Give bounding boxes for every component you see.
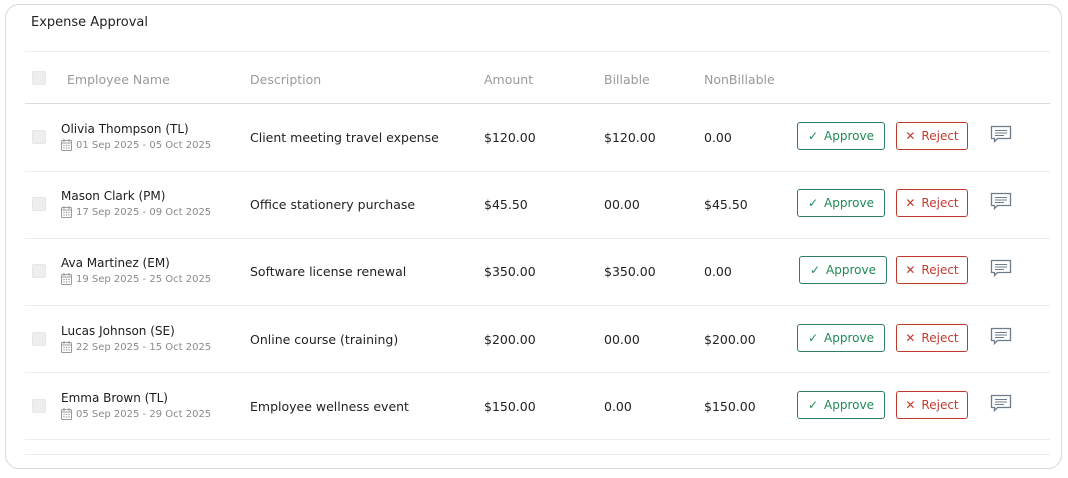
date-range-text: 01 Sep 2025 - 05 Oct 2025 [76,139,212,151]
check-icon: ✓ [807,196,819,210]
approve-button[interactable]: ✓ Approve [799,256,887,284]
employee-name: Olivia Thompson (TL) [61,122,189,136]
comment-icon[interactable] [990,125,1012,145]
table-row: Mason Clark (PM) 17 Sep 2025 - 09 Oct 20… [6,171,1061,238]
column-header-nonbillable: NonBillable [704,72,775,87]
date-range-text: 22 Sep 2025 - 15 Oct 2025 [76,341,212,353]
amount-cell: $150.00 [484,399,536,414]
date-range: 19 Sep 2025 - 25 Oct 2025 [61,273,211,285]
card-title: Expense Approval [31,15,148,30]
column-header-amount: Amount [484,72,534,87]
comment-icon[interactable] [990,259,1012,279]
approve-button[interactable]: ✓ Approve [797,189,885,217]
comment-icon[interactable] [990,192,1012,212]
reject-label: Reject [921,331,959,345]
calendar-icon [61,341,72,353]
approve-button[interactable]: ✓ Approve [797,122,885,150]
date-range: 01 Sep 2025 - 05 Oct 2025 [61,139,211,151]
row-checkbox[interactable] [32,264,46,278]
header-divider-top [25,51,1050,52]
reject-button[interactable]: ✕ Reject [896,189,968,217]
billable-cell: 00.00 [604,197,640,212]
date-range: 22 Sep 2025 - 15 Oct 2025 [61,341,211,353]
nonbillable-cell: 0.00 [704,264,732,279]
x-icon: ✕ [905,196,916,210]
nonbillable-cell: $150.00 [704,399,756,414]
employee-name: Mason Clark (PM) [61,189,166,203]
row-checkbox[interactable] [32,130,46,144]
employee-name: Emma Brown (TL) [61,391,168,405]
approve-label: Approve [824,331,874,345]
amount-cell: $45.50 [484,197,528,212]
approve-button[interactable]: ✓ Approve [797,324,885,352]
table-footer-divider [25,454,1050,455]
column-header-employee: Employee Name [67,72,170,87]
billable-cell: $350.00 [604,264,656,279]
description-cell: Client meeting travel expense [250,130,439,145]
employee-name: Ava Martinez (EM) [61,256,170,270]
check-icon: ✓ [807,331,819,345]
approve-label: Approve [824,129,874,143]
x-icon: ✕ [905,398,916,412]
reject-button[interactable]: ✕ Reject [896,391,968,419]
description-cell: Software license renewal [250,264,407,279]
row-divider [25,439,1050,440]
check-icon: ✓ [809,263,821,277]
comment-icon[interactable] [990,327,1012,347]
nonbillable-cell: $200.00 [704,332,756,347]
billable-cell: $120.00 [604,130,656,145]
date-range-text: 17 Sep 2025 - 09 Oct 2025 [76,206,212,218]
calendar-icon [61,408,72,420]
column-header-description: Description [250,72,322,87]
approve-button[interactable]: ✓ Approve [797,391,885,419]
table-row: Emma Brown (TL) 05 Sep 2025 - 29 Oct 202… [6,373,1061,440]
amount-cell: $120.00 [484,130,536,145]
approve-label: Approve [826,263,876,277]
check-icon: ✓ [807,129,819,143]
approve-label: Approve [824,196,874,210]
expense-approval-card: Expense Approval Employee Name Descripti… [5,4,1062,469]
calendar-icon [61,273,72,285]
description-cell: Online course (training) [250,332,399,347]
nonbillable-cell: 0.00 [704,130,732,145]
row-checkbox[interactable] [32,197,46,211]
reject-label: Reject [921,263,959,277]
billable-cell: 0.00 [604,399,632,414]
billable-cell: 00.00 [604,332,640,347]
date-range-text: 19 Sep 2025 - 25 Oct 2025 [76,273,212,285]
amount-cell: $200.00 [484,332,536,347]
nonbillable-cell: $45.50 [704,197,748,212]
comment-icon[interactable] [990,394,1012,414]
reject-button[interactable]: ✕ Reject [896,122,968,150]
x-icon: ✕ [905,263,916,277]
date-range-text: 05 Sep 2025 - 29 Oct 2025 [76,408,212,420]
row-checkbox[interactable] [32,332,46,346]
reject-label: Reject [921,398,959,412]
column-header-billable: Billable [604,72,650,87]
table-row: Olivia Thompson (TL) 01 Sep 2025 - 05 Oc… [6,104,1061,171]
calendar-icon [61,206,72,218]
x-icon: ✕ [905,129,916,143]
calendar-icon [61,139,72,151]
date-range: 05 Sep 2025 - 29 Oct 2025 [61,408,211,420]
check-icon: ✓ [807,398,819,412]
approve-label: Approve [824,398,874,412]
row-checkbox[interactable] [32,399,46,413]
employee-name: Lucas Johnson (SE) [61,324,175,338]
table-row: Ava Martinez (EM) 19 Sep 2025 - 25 Oct 2… [6,238,1061,305]
amount-cell: $350.00 [484,264,536,279]
table-row: Lucas Johnson (SE) 22 Sep 2025 - 15 Oct … [6,306,1061,373]
description-cell: Office stationery purchase [250,197,416,212]
date-range: 17 Sep 2025 - 09 Oct 2025 [61,206,211,218]
reject-label: Reject [921,129,959,143]
description-cell: Employee wellness event [250,399,409,414]
reject-button[interactable]: ✕ Reject [896,256,968,284]
reject-button[interactable]: ✕ Reject [896,324,968,352]
x-icon: ✕ [905,331,916,345]
reject-label: Reject [921,196,959,210]
select-all-checkbox[interactable] [32,71,46,85]
